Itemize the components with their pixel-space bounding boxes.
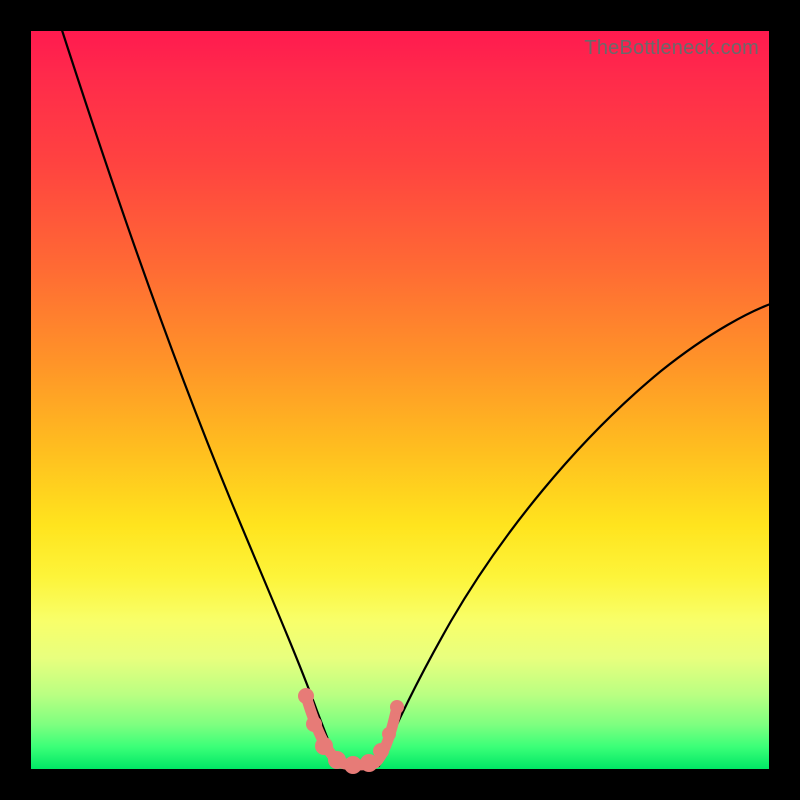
bead-dot (360, 754, 378, 772)
bead-dot (306, 716, 322, 732)
bead-dot (390, 700, 404, 714)
bead-dot (382, 727, 396, 741)
chart-frame: TheBottleneck.com (0, 0, 800, 800)
bead-dot (315, 737, 333, 755)
bead-dot (344, 756, 362, 774)
curve-layer (31, 31, 769, 769)
plot-area: TheBottleneck.com (31, 31, 769, 769)
bead-dot (373, 743, 389, 759)
bead-dot (328, 751, 346, 769)
right-curve (379, 303, 773, 766)
left-curve (59, 21, 339, 766)
bead-dot (298, 688, 314, 704)
